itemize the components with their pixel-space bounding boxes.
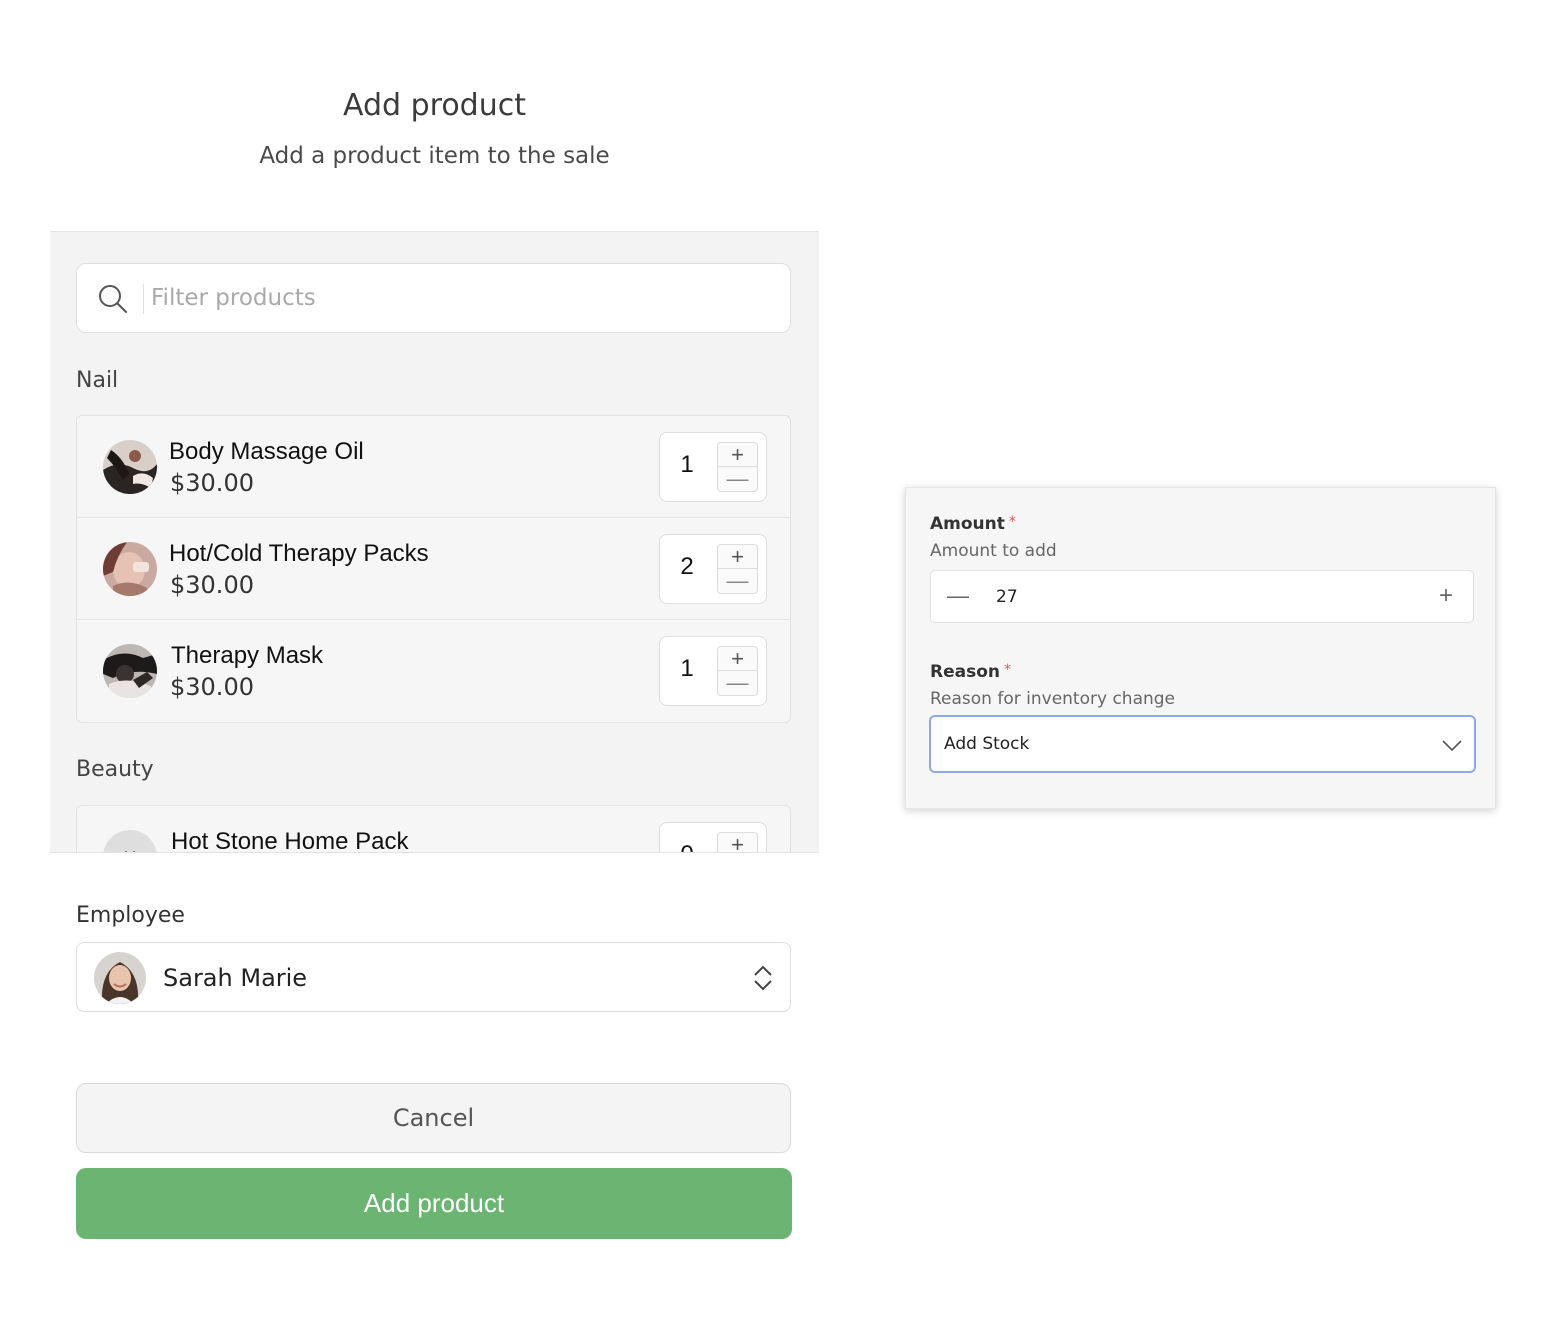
employee-label: Employee [76, 903, 185, 928]
decrement-button[interactable]: — [718, 467, 757, 491]
amount-label-text: Amount [930, 514, 1005, 534]
required-indicator: * [1008, 514, 1016, 530]
search-box[interactable] [76, 263, 791, 333]
product-name: Therapy Mask [171, 642, 324, 669]
decrement-button[interactable]: — [718, 671, 757, 695]
amount-increment-button[interactable]: + [1435, 583, 1457, 609]
stepper-buttons: + — [717, 646, 758, 696]
increment-button[interactable]: + [718, 545, 757, 569]
increment-button[interactable]: + [718, 443, 757, 467]
quantity-value[interactable]: 2 [674, 553, 700, 581]
product-price: $30.00 [170, 469, 254, 497]
inventory-change-card: Amount * Amount to add — 27 + Reason * Rea… [905, 487, 1496, 809]
cancel-button[interactable]: Cancel [76, 1083, 791, 1153]
chevron-up-down-icon [754, 965, 772, 991]
product-row[interactable]: H Hot Stone Home Pack 0 + — [77, 806, 790, 853]
quantity-stepper[interactable]: 1 + — [659, 636, 767, 706]
product-name: Hot Stone Home Pack [171, 828, 409, 853]
reason-help-text: Reason for inventory change [930, 689, 1176, 709]
product-list-beauty: H Hot Stone Home Pack 0 + — [76, 805, 791, 853]
product-list-nail: Body Massage Oil $30.00 1 + — Hot/Cold T… [76, 415, 791, 723]
amount-label: Amount * [930, 514, 1016, 534]
product-row[interactable]: Hot/Cold Therapy Packs $30.00 2 + — [77, 518, 790, 620]
quantity-value[interactable]: 1 [674, 655, 700, 683]
quantity-value[interactable]: 0 [674, 841, 700, 852]
reason-select[interactable]: Add Stock [929, 715, 1476, 773]
product-panel: Nail Body Massage Oil $30.00 1 + — [50, 231, 819, 853]
product-thumbnail [103, 644, 157, 698]
avatar [94, 952, 146, 1004]
amount-stepper[interactable]: — 27 + [930, 570, 1474, 623]
stepper-buttons: + — [717, 442, 758, 492]
category-label-nail: Nail [76, 368, 119, 393]
product-price: $30.00 [170, 673, 254, 701]
stepper-buttons: + — [717, 544, 758, 594]
product-name: Body Massage Oil [169, 438, 364, 465]
amount-decrement-button[interactable]: — [947, 583, 969, 609]
search-divider [143, 284, 144, 314]
increment-button[interactable]: + [718, 833, 757, 853]
employee-select[interactable]: Sarah Marie [76, 942, 791, 1012]
chevron-down-icon [1442, 740, 1462, 752]
product-price: $30.00 [170, 571, 254, 599]
amount-input[interactable]: 27 [996, 587, 1018, 607]
dialog-title: Add product [342, 88, 526, 123]
dialog-subtitle: Add a product item to the sale [259, 143, 610, 169]
reason-label: Reason * [930, 662, 1011, 682]
quantity-stepper[interactable]: 2 + — [659, 534, 767, 604]
amount-help-text: Amount to add [930, 541, 1057, 561]
required-indicator: * [1004, 662, 1011, 678]
stepper-buttons: + — [717, 832, 758, 853]
product-thumbnail: H [103, 830, 157, 853]
search-input[interactable] [151, 278, 751, 318]
product-thumbnail [103, 542, 157, 596]
search-icon [99, 285, 127, 313]
quantity-value[interactable]: 1 [674, 451, 700, 479]
decrement-button[interactable]: — [718, 569, 757, 593]
product-name: Hot/Cold Therapy Packs [169, 540, 429, 567]
increment-button[interactable]: + [718, 647, 757, 671]
product-thumbnail [103, 440, 157, 494]
product-row[interactable]: Therapy Mask $30.00 1 + — [77, 620, 790, 722]
quantity-stepper[interactable]: 0 + — [659, 822, 767, 853]
reason-selected-value: Add Stock [944, 734, 1030, 754]
employee-name: Sarah Marie [163, 964, 308, 992]
svg-text:H: H [123, 848, 137, 853]
quantity-stepper[interactable]: 1 + — [659, 432, 767, 502]
product-row[interactable]: Body Massage Oil $30.00 1 + — [77, 416, 790, 518]
add-product-button[interactable]: Add product [76, 1168, 792, 1239]
category-label-beauty: Beauty [76, 757, 154, 782]
reason-label-text: Reason [930, 662, 1000, 682]
